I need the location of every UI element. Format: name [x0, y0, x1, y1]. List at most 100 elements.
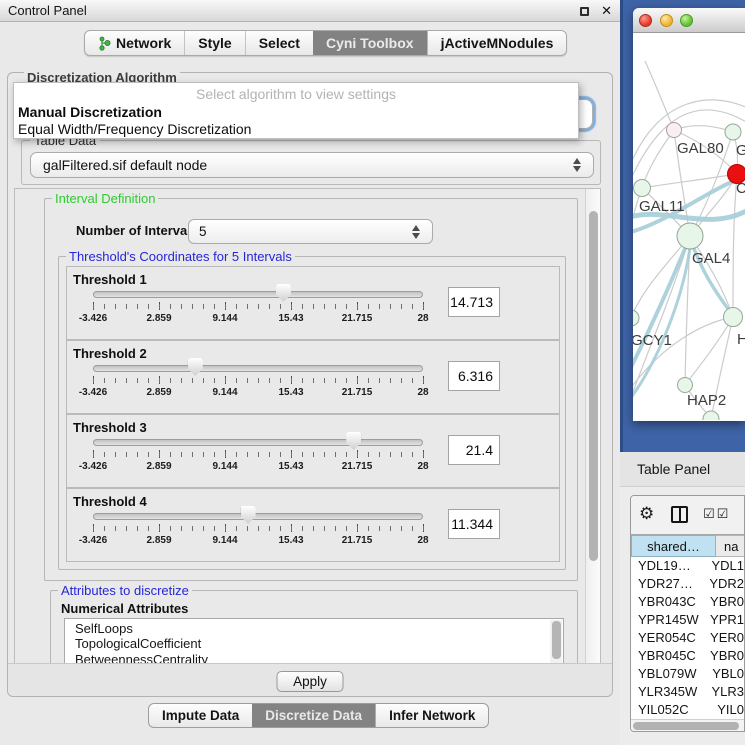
- axis-tick-label: 9.144: [212, 387, 237, 398]
- axis-tick-label: 28: [417, 461, 428, 472]
- table-data-combobox[interactable]: galFiltered.sif default node: [30, 152, 594, 178]
- table-cell: YIL052C: [631, 701, 709, 719]
- tab-jactivemnodules[interactable]: jActiveMNodules: [427, 31, 567, 55]
- table-row[interactable]: YIL052CYIL0: [631, 701, 744, 719]
- threshold-4-slider-thumb[interactable]: [241, 506, 256, 524]
- checkbox-checked-icon[interactable]: ☑☑: [703, 506, 730, 522]
- close-traffic-light-icon[interactable]: [639, 14, 652, 27]
- scrollbar-thumb[interactable]: [633, 722, 739, 730]
- column-header-shared[interactable]: shared…: [631, 535, 716, 557]
- table-row[interactable]: YDR27…YDR2: [631, 575, 744, 593]
- tab-label: jActiveMNodules: [441, 31, 554, 55]
- table-cell: YDL1: [703, 557, 744, 575]
- table-cell: YBR0: [702, 647, 744, 665]
- top-tab-bar: Network Style Select Cyni Toolbox jActiv…: [84, 30, 567, 56]
- threshold-4-slider-track[interactable]: [93, 513, 423, 520]
- tab-discretize-data[interactable]: Discretize Data: [252, 704, 375, 727]
- list-vertical-scrollbar[interactable]: [550, 620, 562, 664]
- node-gcy1[interactable]: [633, 310, 639, 326]
- zoom-traffic-light-icon[interactable]: [680, 14, 693, 27]
- table-cell: YER0: [702, 629, 744, 647]
- axis-tick-label: -3.426: [79, 535, 107, 546]
- threshold-2-slider-track[interactable]: [93, 365, 423, 372]
- node-hap2[interactable]: [678, 378, 693, 393]
- minimize-traffic-light-icon[interactable]: [660, 14, 673, 27]
- network-canvas[interactable]: GAL80 GA C GAL11 GAL4 GCY1 H HAP2: [633, 33, 745, 420]
- scrollbar-thumb[interactable]: [589, 211, 598, 561]
- tab-impute-data[interactable]: Impute Data: [149, 704, 252, 727]
- split-columns-icon[interactable]: [671, 506, 688, 523]
- table-row[interactable]: YPR145WYPR1: [631, 611, 744, 629]
- threshold-1-slider-track[interactable]: [93, 291, 423, 298]
- network-graph: GAL80 GA C GAL11 GAL4 GCY1 H HAP2: [633, 33, 745, 420]
- scrollbar-thumb[interactable]: [552, 621, 561, 659]
- dropdown-item-manual-discretization[interactable]: Manual Discretization: [18, 104, 162, 120]
- tab-label: Style: [198, 31, 231, 55]
- numerical-attributes-list[interactable]: SelfLoopsTopologicalCoefficientBetweenne…: [64, 618, 564, 664]
- table-cell: YLR3: [703, 683, 744, 701]
- table-row[interactable]: YBL079WYBL0: [631, 665, 744, 683]
- threshold-3-slider-thumb[interactable]: [346, 432, 361, 450]
- tab-infer-network[interactable]: Infer Network: [375, 704, 488, 727]
- attribute-list-item[interactable]: SelfLoops: [65, 619, 563, 635]
- table-row[interactable]: YBR043CYBR0: [631, 593, 744, 611]
- axis-tick-label: 15.43: [278, 313, 303, 324]
- table-cell: YBL0: [704, 665, 744, 683]
- network-view-window[interactable]: GAL80 GA C GAL11 GAL4 GCY1 H HAP2: [633, 8, 745, 421]
- tab-network[interactable]: Network: [85, 31, 184, 55]
- node-label-gcy1: GCY1: [633, 332, 672, 349]
- axis-tick-label: 21.715: [342, 461, 373, 472]
- threshold-1-label: Threshold 1: [73, 272, 147, 287]
- cyni-settings-panel: Discretization Algorithm Select algorith…: [7, 72, 613, 697]
- number-of-intervals-value: 5: [199, 224, 207, 239]
- attributes-group-label: Attributes to discretize: [58, 583, 192, 598]
- table-row[interactable]: YLR345WYLR3: [631, 683, 744, 701]
- attribute-list-item[interactable]: BetweennessCentrality: [65, 650, 563, 664]
- gear-icon[interactable]: ⚙: [639, 504, 654, 524]
- table-header-row: shared… na: [631, 534, 744, 557]
- threshold-2-value-field[interactable]: 6.316: [448, 361, 500, 391]
- axis-tick-label: 2.859: [146, 313, 171, 324]
- threshold-1-value-field[interactable]: 14.713: [448, 287, 500, 317]
- spinner-arrows-icon: [412, 224, 421, 240]
- axis-tick-label: 9.144: [212, 461, 237, 472]
- node-label-gal11: GAL11: [639, 198, 685, 215]
- network-tree-icon: [98, 36, 111, 51]
- threshold-3-value-field[interactable]: 21.4: [448, 435, 500, 465]
- number-of-intervals-spinner[interactable]: 5: [188, 219, 433, 244]
- node-gal11[interactable]: [634, 180, 651, 197]
- table-row[interactable]: YDL19…YDL1: [631, 557, 744, 575]
- float-window-icon[interactable]: [580, 7, 589, 16]
- close-icon[interactable]: ✕: [601, 0, 612, 22]
- table-data-group: Table Data galFiltered.sif default node: [21, 140, 601, 185]
- threshold-1-slider-thumb[interactable]: [276, 284, 291, 302]
- attribute-list-item[interactable]: TopologicalCoefficient: [65, 635, 563, 651]
- tab-style[interactable]: Style: [184, 31, 244, 55]
- node-right-mid[interactable]: [724, 308, 743, 327]
- slider-minor-ticks: [93, 378, 424, 383]
- table-panel-titlebar: Table Panel: [620, 452, 745, 487]
- node-gal4[interactable]: [677, 223, 703, 249]
- combo-arrows-icon: [573, 157, 582, 173]
- table-row[interactable]: YBR045CYBR0: [631, 647, 744, 665]
- threshold-3-slider-track[interactable]: [93, 439, 423, 446]
- tab-select[interactable]: Select: [245, 31, 313, 55]
- threshold-2-slider-thumb[interactable]: [188, 358, 203, 376]
- threshold-2-panel: Threshold 2 -3.4262.8599.14415.4321.7152…: [66, 340, 560, 414]
- threshold-4-value-field[interactable]: 11.344: [448, 509, 500, 539]
- table-horizontal-scrollbar[interactable]: [631, 719, 744, 732]
- threshold-1-panel: Threshold 1 -3.4262.8599.14415.4321.7152…: [66, 266, 560, 340]
- tab-cyni-toolbox[interactable]: Cyni Toolbox: [313, 31, 427, 55]
- threshold-4-panel: Threshold 4 -3.4262.8599.14415.4321.7152…: [66, 488, 560, 562]
- axis-tick-label: 28: [417, 535, 428, 546]
- settings-vertical-scrollbar[interactable]: [585, 189, 600, 663]
- apply-button[interactable]: Apply: [277, 671, 344, 692]
- node-gal80[interactable]: [667, 123, 682, 138]
- axis-tick-label: 2.859: [146, 387, 171, 398]
- node-top-right[interactable]: [725, 124, 741, 140]
- dropdown-item-equal-width[interactable]: Equal Width/Frequency Discretization: [18, 121, 251, 137]
- column-header-name[interactable]: na: [716, 535, 744, 557]
- number-of-intervals-label: Number of Intervals: [76, 223, 198, 238]
- table-row[interactable]: YER054CYER0: [631, 629, 744, 647]
- threshold-2-label: Threshold 2: [73, 346, 147, 361]
